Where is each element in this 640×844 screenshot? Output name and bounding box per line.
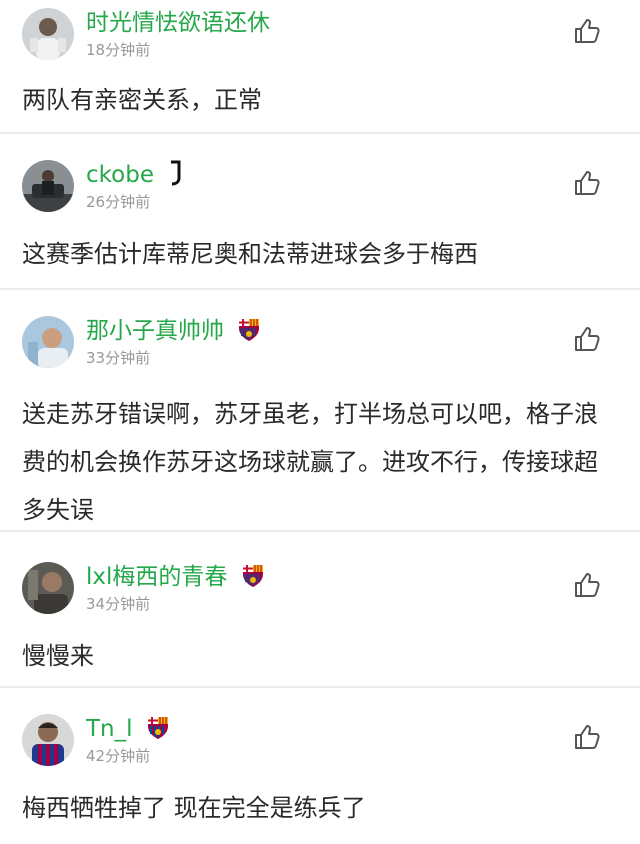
user-avatar[interactable] [22,160,74,212]
barcelona-crest-icon [242,565,263,587]
avatar-person-icon [22,562,74,614]
username[interactable]: ckobe [86,160,185,190]
avatar-person-icon [22,714,74,766]
comment-text: 两队有亲密关系，正常 [22,86,262,114]
barcelona-crest-icon [239,319,260,341]
username[interactable]: lxl梅西的青春 [86,562,265,592]
comment-header: 那小子真帅帅 33分钟前 [22,316,616,368]
comment-item: ckobe 26分钟前 这赛季估计库蒂尼奥和法蒂进球会多于梅西 [0,134,640,290]
username[interactable]: Tn_l [86,714,170,744]
user-avatar[interactable] [22,714,74,766]
comment-text: 慢慢来 [22,642,94,670]
thumbs-up-icon[interactable] [572,16,602,46]
comment-feed: 时光情怯欲语还休 18分钟前 两队有亲密关系，正常 ckobe 26分钟前 这赛… [0,0,640,844]
comment-time: 34分钟前 [86,595,151,613]
comment-header: Tn_l 42分钟前 [22,714,616,766]
comment-item: Tn_l 42分钟前 梅西牺牲掉了 现在完全是练兵了 [0,688,640,844]
user-avatar[interactable] [22,8,74,60]
comment-item: lxl梅西的青春 34分钟前 慢慢来 [0,532,640,688]
username[interactable]: 那小子真帅帅 [86,316,261,346]
thumbs-up-icon[interactable] [572,324,602,354]
comment-header: 时光情怯欲语还休 18分钟前 [22,8,616,60]
comment-text: 送走苏牙错误啊，苏牙虽老，打半场总可以吧，格子浪费的机会换作苏牙这场球就赢了。进… [22,400,598,524]
juventus-logo-icon [171,160,181,186]
avatar-person-icon [22,160,74,212]
avatar-person-icon [22,316,74,368]
comment-time: 26分钟前 [86,193,151,211]
comment-item: 时光情怯欲语还休 18分钟前 两队有亲密关系，正常 [0,0,640,134]
thumbs-up-icon[interactable] [572,570,602,600]
username[interactable]: 时光情怯欲语还休 [86,8,270,38]
comment-time: 33分钟前 [86,349,151,367]
comment-item: 那小子真帅帅 33分钟前 送走苏牙错误啊，苏牙虽老，打半场总可以吧，格子浪费的机… [0,290,640,532]
user-avatar[interactable] [22,562,74,614]
comment-text: 这赛季估计库蒂尼奥和法蒂进球会多于梅西 [22,240,478,268]
comment-time: 42分钟前 [86,747,151,765]
user-avatar[interactable] [22,316,74,368]
barcelona-crest-icon [147,717,168,739]
thumbs-up-icon[interactable] [572,722,602,752]
thumbs-up-icon[interactable] [572,168,602,198]
comment-text: 梅西牺牲掉了 现在完全是练兵了 [22,794,366,822]
comment-time: 18分钟前 [86,41,151,59]
comment-header: lxl梅西的青春 34分钟前 [22,562,616,614]
avatar-person-icon [22,8,74,60]
comment-header: ckobe 26分钟前 [22,160,616,212]
